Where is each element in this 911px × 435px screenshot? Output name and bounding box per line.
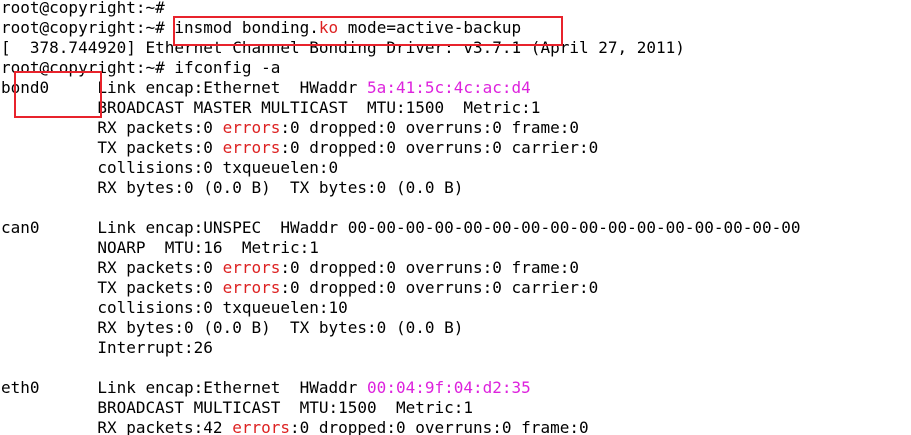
terminal-text: RX packets:42 xyxy=(1,418,233,435)
highlighted-keyword: errors xyxy=(232,418,290,435)
terminal-line: can0 Link encap:UNSPEC HWaddr 00-00-00-0… xyxy=(1,218,801,238)
terminal-text: root@copyright:~# xyxy=(1,0,165,17)
highlighted-keyword: errors xyxy=(222,118,281,137)
terminal-line: TX packets:0 errors:0 dropped:0 overruns… xyxy=(1,138,598,158)
terminal-line: RX packets:42 errors:0 dropped:0 overrun… xyxy=(1,418,589,435)
terminal-text: :0 dropped:0 overruns:0 carrier:0 xyxy=(280,278,599,297)
terminal-text: eth0 Link encap:Ethernet HWaddr xyxy=(1,378,368,397)
terminal-text: TX packets:0 xyxy=(1,138,223,157)
mac-address: 5a:41:5c:4c:ac:d4 xyxy=(367,78,531,97)
terminal-line: BROADCAST MULTICAST MTU:1500 Metric:1 xyxy=(1,398,473,418)
terminal-window[interactable]: root@copyright:~# root@copyright:~# insmo… xyxy=(0,0,911,435)
terminal-text: :0 dropped:0 overruns:0 frame:0 xyxy=(289,418,589,435)
highlighted-keyword: errors xyxy=(222,278,281,297)
terminal-text: collisions:0 txqueuelen:0 xyxy=(1,158,339,177)
highlight-box-bond0-interface xyxy=(14,71,102,118)
terminal-line: TX packets:0 errors:0 dropped:0 overruns… xyxy=(1,278,598,298)
highlighted-keyword: errors xyxy=(222,138,281,157)
terminal-text: BROADCAST MULTICAST MTU:1500 Metric:1 xyxy=(1,398,474,417)
terminal-line: collisions:0 txqueuelen:0 xyxy=(1,158,338,178)
terminal-line: NOARP MTU:16 Metric:1 xyxy=(1,238,319,258)
terminal-text: Interrupt:26 xyxy=(1,338,213,357)
terminal-text: RX bytes:0 (0.0 B) TX bytes:0 (0.0 B) xyxy=(1,318,464,337)
highlight-box-insmod-command xyxy=(173,16,563,46)
terminal-text: RX bytes:0 (0.0 B) TX bytes:0 (0.0 B) xyxy=(1,178,464,197)
terminal-line: RX bytes:0 (0.0 B) TX bytes:0 (0.0 B) xyxy=(1,318,463,338)
mac-address: 00:04:9f:04:d2:35 xyxy=(367,378,531,397)
terminal-line: RX packets:0 errors:0 dropped:0 overruns… xyxy=(1,258,579,278)
terminal-text: TX packets:0 xyxy=(1,278,223,297)
terminal-text: RX packets:0 xyxy=(1,258,223,277)
terminal-line: root@copyright:~# xyxy=(1,0,165,18)
highlighted-keyword: errors xyxy=(222,258,281,277)
terminal-line: RX packets:0 errors:0 dropped:0 overruns… xyxy=(1,118,579,138)
terminal-text: :0 dropped:0 overruns:0 frame:0 xyxy=(280,118,579,137)
terminal-text: collisions:0 txqueuelen:10 xyxy=(1,298,348,317)
terminal-line: RX bytes:0 (0.0 B) TX bytes:0 (0.0 B) xyxy=(1,178,463,198)
terminal-line: collisions:0 txqueuelen:10 xyxy=(1,298,348,318)
terminal-line: eth0 Link encap:Ethernet HWaddr 00:04:9f… xyxy=(1,378,531,398)
terminal-text: NOARP MTU:16 Metric:1 xyxy=(1,238,319,257)
terminal-text: :0 dropped:0 overruns:0 carrier:0 xyxy=(280,138,599,157)
terminal-text: RX packets:0 xyxy=(1,118,223,137)
terminal-text: :0 dropped:0 overruns:0 frame:0 xyxy=(280,258,579,277)
terminal-text: can0 Link encap:UNSPEC HWaddr 00-00-00-0… xyxy=(1,218,801,237)
terminal-line: Interrupt:26 xyxy=(1,338,213,358)
